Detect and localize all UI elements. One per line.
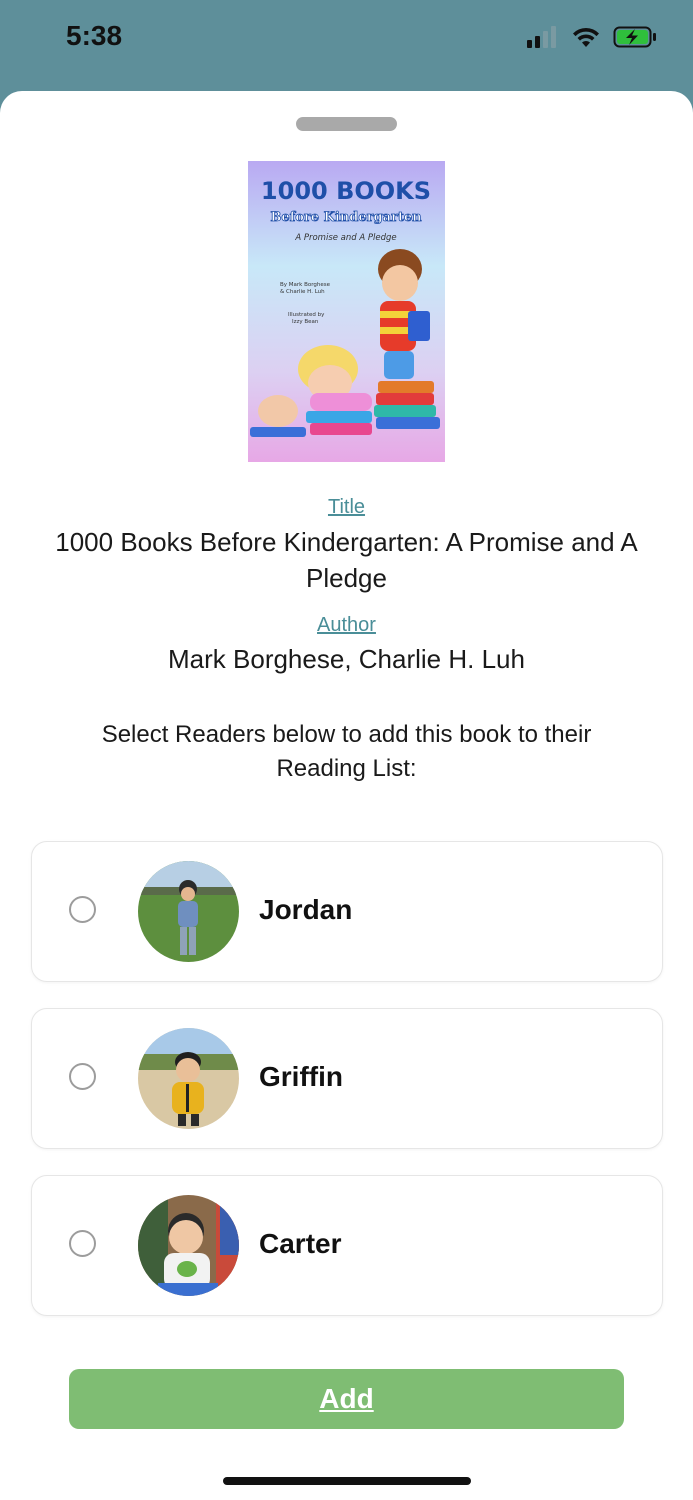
reader-radio[interactable] bbox=[69, 896, 96, 923]
cover-byline-2: & Charlie H. Luh bbox=[280, 289, 325, 295]
reader-name: Jordan bbox=[259, 894, 353, 925]
cover-heading: 1000 BOOKS bbox=[261, 177, 431, 205]
avatar bbox=[138, 861, 239, 962]
book-detail-sheet: 1000 BOOKS Before Kindergarten A Promise… bbox=[0, 91, 693, 1500]
title-label[interactable]: Title bbox=[0, 496, 693, 519]
reader-radio[interactable] bbox=[69, 1230, 96, 1257]
cover-illustrator-2: Izzy Bean bbox=[292, 319, 319, 325]
cover-tagline: A Promise and A Pledge bbox=[294, 233, 396, 243]
reader-card-griffin[interactable]: Griffin bbox=[31, 1008, 663, 1149]
author-label[interactable]: Author bbox=[0, 614, 693, 637]
avatar bbox=[138, 1195, 239, 1296]
reader-card-carter[interactable]: Carter bbox=[31, 1175, 663, 1316]
cover-illustrator-1: Illustrated by bbox=[288, 312, 325, 318]
add-button[interactable]: Add bbox=[69, 1369, 624, 1429]
clock-time: 5:38 bbox=[66, 20, 123, 51]
cover-byline-1: By Mark Borghese bbox=[280, 282, 331, 288]
status-icons bbox=[527, 26, 657, 48]
home-indicator bbox=[223, 1477, 471, 1485]
book-title: 1000 Books Before Kindergarten: A Promis… bbox=[55, 527, 638, 593]
sheet-grabber[interactable] bbox=[296, 117, 397, 131]
avatar bbox=[138, 1028, 239, 1129]
cellular-signal-icon bbox=[527, 26, 556, 48]
wifi-icon bbox=[573, 27, 599, 47]
cover-subheading: Before Kindergarten bbox=[270, 210, 422, 225]
reader-name: Carter bbox=[259, 1228, 342, 1259]
status-bar: 5:38 bbox=[0, 0, 693, 90]
book-cover-image: 1000 BOOKS Before Kindergarten A Promise… bbox=[248, 161, 445, 462]
reader-radio[interactable] bbox=[69, 1063, 96, 1090]
battery-charging-icon bbox=[613, 26, 656, 48]
reader-name: Griffin bbox=[259, 1061, 343, 1092]
book-author: Mark Borghese, Charlie H. Luh bbox=[168, 644, 525, 674]
reader-card-jordan[interactable]: Jordan bbox=[31, 841, 663, 982]
select-readers-instructions: Select Readers below to add this book to… bbox=[101, 721, 592, 782]
